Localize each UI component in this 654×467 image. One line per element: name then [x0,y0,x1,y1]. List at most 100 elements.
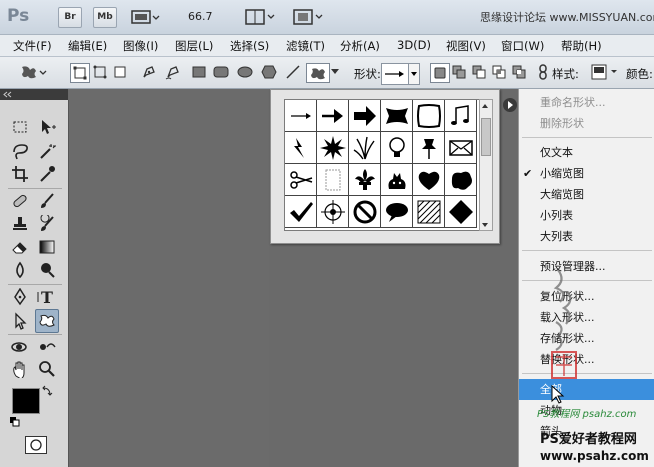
shape-cell[interactable] [445,132,477,164]
menu-item-small-list[interactable]: 小列表 [519,205,654,226]
path-selection-tool[interactable] [9,310,31,332]
shape-cell[interactable] [349,132,381,164]
freeform-pen-button[interactable] [164,63,182,81]
3d-rotate-tool[interactable] [9,336,31,358]
marquee-tool[interactable] [9,116,31,138]
shape-cell[interactable] [317,164,349,196]
menu-layer[interactable]: 图层(L) [175,38,213,54]
shape-cell[interactable] [349,164,381,196]
menu-analysis[interactable]: 分析(A) [340,38,380,54]
link-button[interactable] [534,63,552,81]
gradient-tool[interactable] [36,236,58,258]
shape-cell[interactable] [413,100,445,132]
menu-item-delete-shape[interactable]: 删除形状 [519,113,654,134]
shape-cell[interactable] [285,132,317,164]
menu-filter[interactable]: 滤镜(T) [286,38,325,54]
healing-brush-tool[interactable] [9,190,31,212]
canvas-area[interactable] [69,89,269,467]
menu-item-large-thumbnail[interactable]: 大缩览图 [519,184,654,205]
rounded-rectangle-button[interactable] [212,63,230,81]
eyedropper-tool[interactable] [36,163,58,185]
clone-stamp-tool[interactable] [9,213,31,235]
polygon-shape-button[interactable] [260,63,278,81]
mini-bridge-button[interactable]: Mb [93,7,117,28]
shape-cell[interactable] [413,132,445,164]
rectangle-shape-button[interactable] [190,63,208,81]
shape-cell[interactable] [381,100,413,132]
menu-item-rename-shape[interactable]: 重命名形状... [519,92,654,113]
add-to-shape-button[interactable] [450,63,468,81]
shape-cell[interactable] [317,100,349,132]
shape-cell[interactable] [285,164,317,196]
geometry-options-button[interactable] [330,63,340,81]
menu-image[interactable]: 图像(I) [123,38,158,54]
arrange-documents-button[interactable] [244,8,276,26]
bridge-button[interactable]: Br [58,7,82,28]
swap-colors-button[interactable] [41,385,53,400]
shape-cell[interactable] [349,196,381,228]
view-extras-button[interactable] [130,8,160,26]
scroll-down-icon[interactable] [480,219,490,232]
menu-select[interactable]: 选择(S) [230,38,269,54]
menu-file[interactable]: 文件(F) [13,38,52,54]
shape-cell[interactable] [445,100,477,132]
shape-cell[interactable] [381,164,413,196]
screen-mode-button[interactable] [292,8,324,26]
menu-window[interactable]: 窗口(W) [501,38,544,54]
pen-tool-button[interactable] [140,63,158,81]
magic-wand-tool[interactable] [36,140,58,162]
intersect-shape-button[interactable] [490,63,508,81]
zoom-tool[interactable] [36,358,58,380]
shape-cell[interactable] [285,100,317,132]
zoom-level[interactable]: 66.7 [188,10,228,23]
move-tool[interactable] [36,116,58,138]
shape-cell[interactable] [349,100,381,132]
type-tool[interactable]: T [36,286,58,308]
shape-picker-dropdown[interactable] [408,63,420,85]
lasso-tool[interactable] [9,140,31,162]
tools-panel-header[interactable] [0,89,68,100]
new-layer-mode-button[interactable] [430,63,450,83]
custom-shape-tool[interactable] [35,309,59,333]
brush-tool[interactable] [36,190,58,212]
default-colors-button[interactable] [10,417,20,430]
shape-cell[interactable] [445,196,477,228]
picker-menu-button[interactable] [503,98,517,112]
menu-view[interactable]: 视图(V) [446,38,486,54]
subtract-shape-button[interactable] [470,63,488,81]
exclude-shape-button[interactable] [510,63,528,81]
shape-cell[interactable] [445,164,477,196]
quick-mask-button[interactable] [25,436,47,454]
pen-tool[interactable] [9,286,31,308]
fill-pixels-button[interactable] [111,63,129,81]
shape-cell[interactable] [381,196,413,228]
crop-tool[interactable] [9,163,31,185]
hand-tool[interactable] [9,358,31,380]
shape-layers-button[interactable] [70,63,90,83]
menu-item-text-only[interactable]: 仅文本 [519,142,654,163]
shape-preview[interactable] [381,63,409,85]
shape-cell[interactable] [381,132,413,164]
custom-shape-button[interactable] [306,63,330,83]
tool-preset-picker[interactable] [18,63,48,81]
menu-help[interactable]: 帮助(H) [561,38,602,54]
shape-cell[interactable] [317,132,349,164]
menu-item-small-thumbnail[interactable]: ✔ 小缩览图 [519,163,654,184]
menu-edit[interactable]: 编辑(E) [68,38,107,54]
scroll-up-icon[interactable] [480,100,490,113]
shape-cell[interactable] [285,196,317,228]
style-picker[interactable] [590,63,620,81]
3d-orbit-tool[interactable] [36,336,58,358]
ellipse-shape-button[interactable] [236,63,254,81]
menu-3d[interactable]: 3D(D) [397,38,431,52]
eraser-tool[interactable] [9,236,31,258]
blur-tool[interactable] [9,259,31,281]
shape-cell[interactable] [317,196,349,228]
shape-cell[interactable] [413,164,445,196]
dodge-tool[interactable] [36,259,58,281]
line-shape-button[interactable] [284,63,302,81]
paths-button[interactable] [91,63,109,81]
menu-item-large-list[interactable]: 大列表 [519,226,654,247]
foreground-color-swatch[interactable] [12,388,40,414]
scrollbar-thumb[interactable] [481,118,491,156]
